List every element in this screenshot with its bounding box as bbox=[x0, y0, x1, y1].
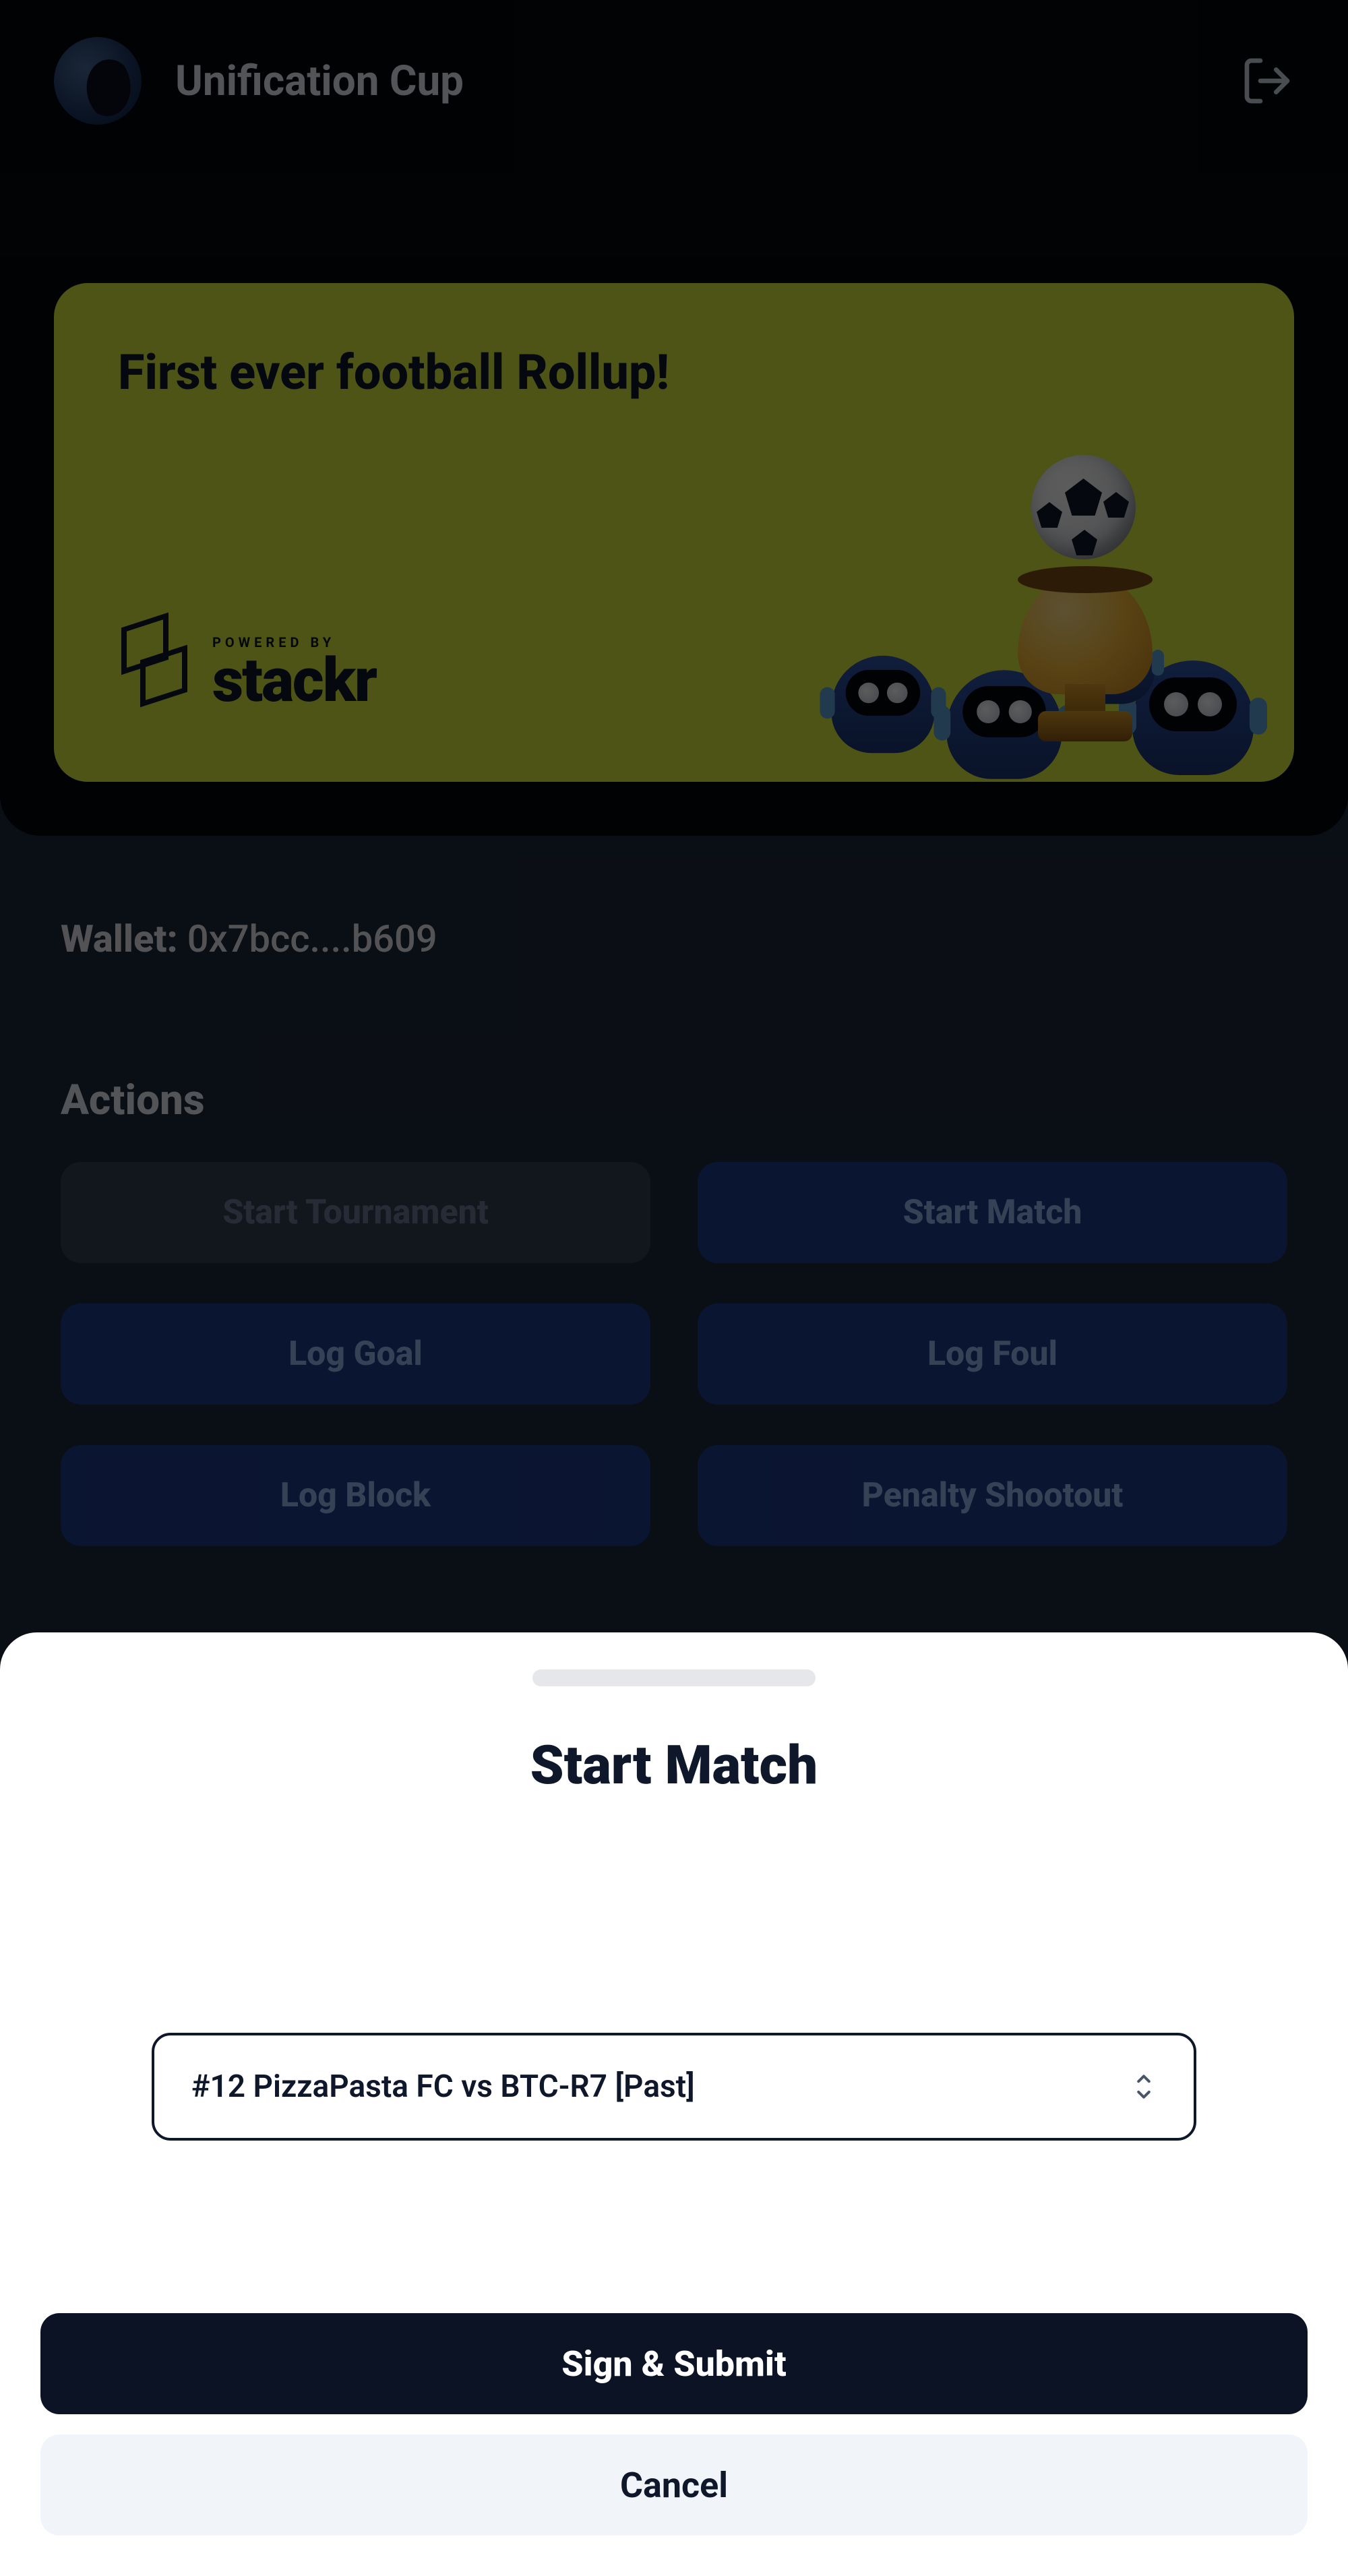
cancel-button[interactable]: Cancel bbox=[40, 2434, 1308, 2536]
button-label: Sign & Submit bbox=[561, 2343, 786, 2385]
match-select[interactable]: #12 PizzaPasta FC vs BTC-R7 [Past] bbox=[152, 2033, 1196, 2141]
start-match-sheet: Start Match #12 PizzaPasta FC vs BTC-R7 … bbox=[0, 1632, 1348, 2576]
match-select-value: #12 PizzaPasta FC vs BTC-R7 [Past] bbox=[191, 2068, 695, 2105]
sheet-buttons: Sign & Submit Cancel bbox=[40, 2313, 1308, 2536]
sign-submit-button[interactable]: Sign & Submit bbox=[40, 2313, 1308, 2414]
button-label: Cancel bbox=[620, 2465, 728, 2506]
sheet-title: Start Match bbox=[40, 1734, 1308, 1797]
sheet-drag-handle[interactable] bbox=[532, 1669, 816, 1686]
select-chevrons-icon bbox=[1131, 2070, 1157, 2104]
